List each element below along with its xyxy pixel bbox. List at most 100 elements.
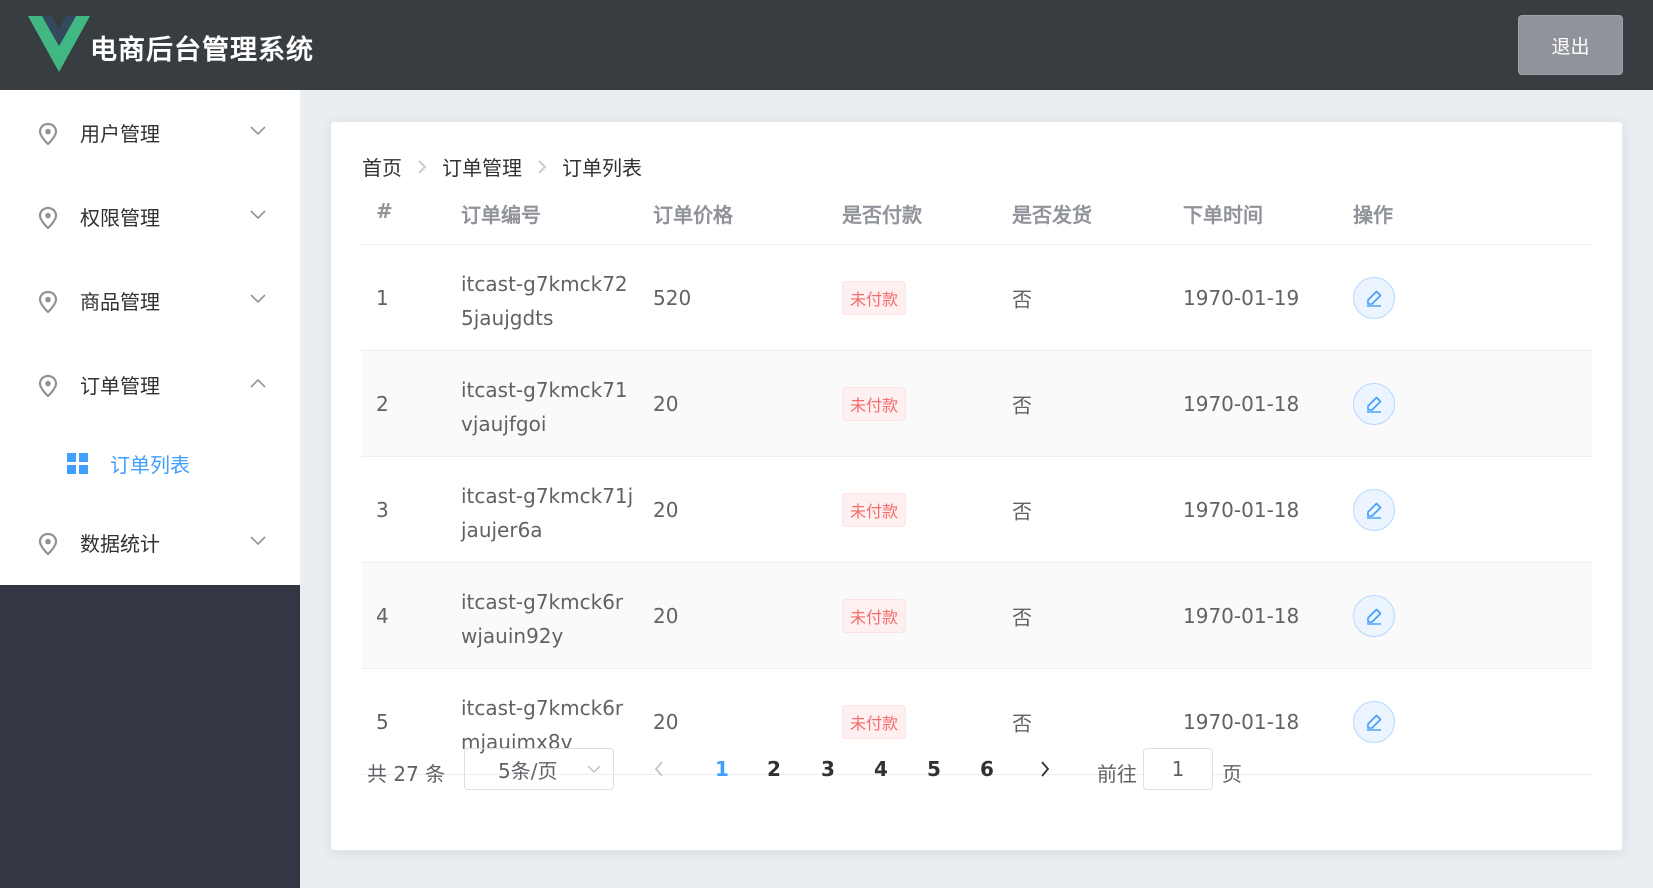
sidebar-item-users[interactable]: 用户管理 [0, 90, 300, 174]
column-header-order-number: 订单编号 [461, 203, 541, 227]
chevron-down-icon [250, 210, 266, 220]
sidebar-menu: 用户管理 权限管理 商品管理 订单管理 订单列表 数据统计 [0, 90, 300, 585]
edit-button[interactable] [1353, 382, 1395, 425]
edit-button[interactable] [1353, 488, 1395, 531]
cell-price: 20 [653, 497, 679, 522]
page-unit-label: 页 [1222, 762, 1242, 786]
cell-order-number: itcast-g7kmck71jjaujer6a [461, 484, 634, 542]
chevron-down-icon [250, 294, 266, 304]
orders-table: # 订单编号 订单价格 是否付款 是否发货 下单时间 操作 1 itcast-g… [361, 182, 1592, 775]
chevron-down-icon [250, 536, 266, 546]
cell-price: 20 [653, 709, 679, 734]
cell-time: 1970-01-19 [1183, 285, 1300, 310]
unpaid-tag: 未付款 [842, 704, 907, 739]
column-header-index: # [376, 199, 393, 223]
cell-order-number: itcast-g7kmck71vjaujfgoi [461, 378, 628, 436]
cell-index: 2 [376, 391, 389, 416]
column-header-shipped: 是否发货 [1012, 203, 1092, 227]
page-button-6[interactable]: 6 [980, 757, 994, 781]
chevron-right-icon [538, 159, 547, 174]
edit-icon [1367, 396, 1382, 413]
breadcrumb-orders: 订单管理 [442, 156, 522, 180]
next-page-icon[interactable] [1039, 760, 1051, 778]
app-title: 电商后台管理系统 [90, 35, 314, 66]
unpaid-tag: 未付款 [842, 598, 907, 633]
main-card: 首页 订单管理 订单列表 # 订单编号 订单价格 是否付款 是否发货 下单时间 … [330, 121, 1623, 851]
page-button-5[interactable]: 5 [927, 757, 941, 781]
cell-index: 5 [376, 709, 389, 734]
pagination-total: 共 27 条 [367, 762, 446, 786]
sidebar-item-label: 商品管理 [80, 289, 160, 314]
goto-label: 前往 [1097, 762, 1137, 786]
sidebar-item-orders[interactable]: 订单管理 [0, 342, 300, 426]
edit-icon [1367, 608, 1382, 625]
edit-button[interactable] [1353, 594, 1395, 637]
cell-shipped: 否 [1012, 605, 1032, 629]
sidebar: 用户管理 权限管理 商品管理 订单管理 订单列表 数据统计 [0, 90, 300, 888]
table-row: 1 itcast-g7kmck725jaujgdts 520 未付款 否 197… [361, 245, 1592, 351]
breadcrumb-home[interactable]: 首页 [362, 152, 402, 181]
sidebar-item-goods[interactable]: 商品管理 [0, 258, 300, 342]
edit-icon [1367, 714, 1382, 731]
cell-index: 3 [376, 497, 389, 522]
cell-time: 1970-01-18 [1183, 497, 1300, 522]
cell-time: 1970-01-18 [1183, 391, 1300, 416]
edit-button[interactable] [1353, 700, 1395, 743]
page-size-select[interactable]: 5条/页 [464, 748, 614, 790]
cell-price: 520 [653, 285, 692, 310]
sidebar-item-permissions[interactable]: 权限管理 [0, 174, 300, 258]
cell-price: 20 [653, 391, 679, 416]
page-button-2[interactable]: 2 [767, 757, 781, 781]
chevron-down-icon [250, 126, 266, 136]
table-row: 3 itcast-g7kmck71jjaujer6a 20 未付款 否 1970… [361, 457, 1592, 563]
edit-button[interactable] [1353, 276, 1395, 319]
location-pin-icon [38, 291, 58, 313]
sidebar-subitem-label: 订单列表 [110, 452, 190, 477]
breadcrumb-order-list: 订单列表 [562, 156, 642, 180]
chevron-up-icon [250, 378, 266, 388]
edit-icon [1367, 290, 1382, 307]
column-header-price: 订单价格 [653, 203, 733, 227]
cell-shipped: 否 [1012, 711, 1032, 735]
column-header-actions: 操作 [1353, 203, 1393, 227]
cell-shipped: 否 [1012, 393, 1032, 417]
app-header: 电商后台管理系统 退出 [0, 0, 1653, 90]
column-header-time: 下单时间 [1183, 203, 1263, 227]
page-button-4[interactable]: 4 [874, 757, 888, 781]
location-pin-icon [38, 375, 58, 397]
cell-order-number: itcast-g7kmck725jaujgdts [461, 272, 628, 330]
vue-logo-icon [28, 16, 90, 72]
cell-time: 1970-01-18 [1183, 709, 1300, 734]
sidebar-item-reports[interactable]: 数据统计 [0, 500, 300, 584]
sidebar-item-label: 订单管理 [80, 373, 160, 398]
page-size-value: 5条/页 [498, 758, 558, 783]
prev-page-icon[interactable] [653, 760, 665, 778]
sidebar-item-label: 用户管理 [80, 121, 160, 146]
location-pin-icon [38, 123, 58, 145]
page-button-1[interactable]: 1 [715, 757, 729, 781]
unpaid-tag: 未付款 [842, 492, 907, 527]
sidebar-item-label: 权限管理 [80, 205, 160, 230]
chevron-right-icon [418, 159, 427, 174]
location-pin-icon [38, 207, 58, 229]
cell-index: 4 [376, 603, 389, 628]
cell-shipped: 否 [1012, 287, 1032, 311]
cell-price: 20 [653, 603, 679, 628]
unpaid-tag: 未付款 [842, 386, 907, 421]
table-row: 2 itcast-g7kmck71vjaujfgoi 20 未付款 否 1970… [361, 351, 1592, 457]
cell-shipped: 否 [1012, 499, 1032, 523]
logout-button[interactable]: 退出 [1518, 15, 1623, 75]
breadcrumb: 首页 订单管理 订单列表 [362, 152, 642, 181]
cell-order-number: itcast-g7kmck6rwjauin92y [461, 590, 624, 648]
column-header-paid: 是否付款 [842, 203, 922, 227]
table-row: 4 itcast-g7kmck6rwjauin92y 20 未付款 否 1970… [361, 563, 1592, 669]
edit-icon [1367, 502, 1382, 519]
sidebar-item-label: 数据统计 [80, 531, 160, 556]
sidebar-subitem-order-list[interactable]: 订单列表 [0, 426, 300, 500]
grid-icon [67, 453, 88, 474]
table-header: # 订单编号 订单价格 是否付款 是否发货 下单时间 操作 [361, 182, 1592, 245]
page-button-3[interactable]: 3 [821, 757, 835, 781]
goto-page-input[interactable] [1143, 748, 1213, 790]
chevron-down-icon [587, 765, 601, 774]
location-pin-icon [38, 533, 58, 555]
